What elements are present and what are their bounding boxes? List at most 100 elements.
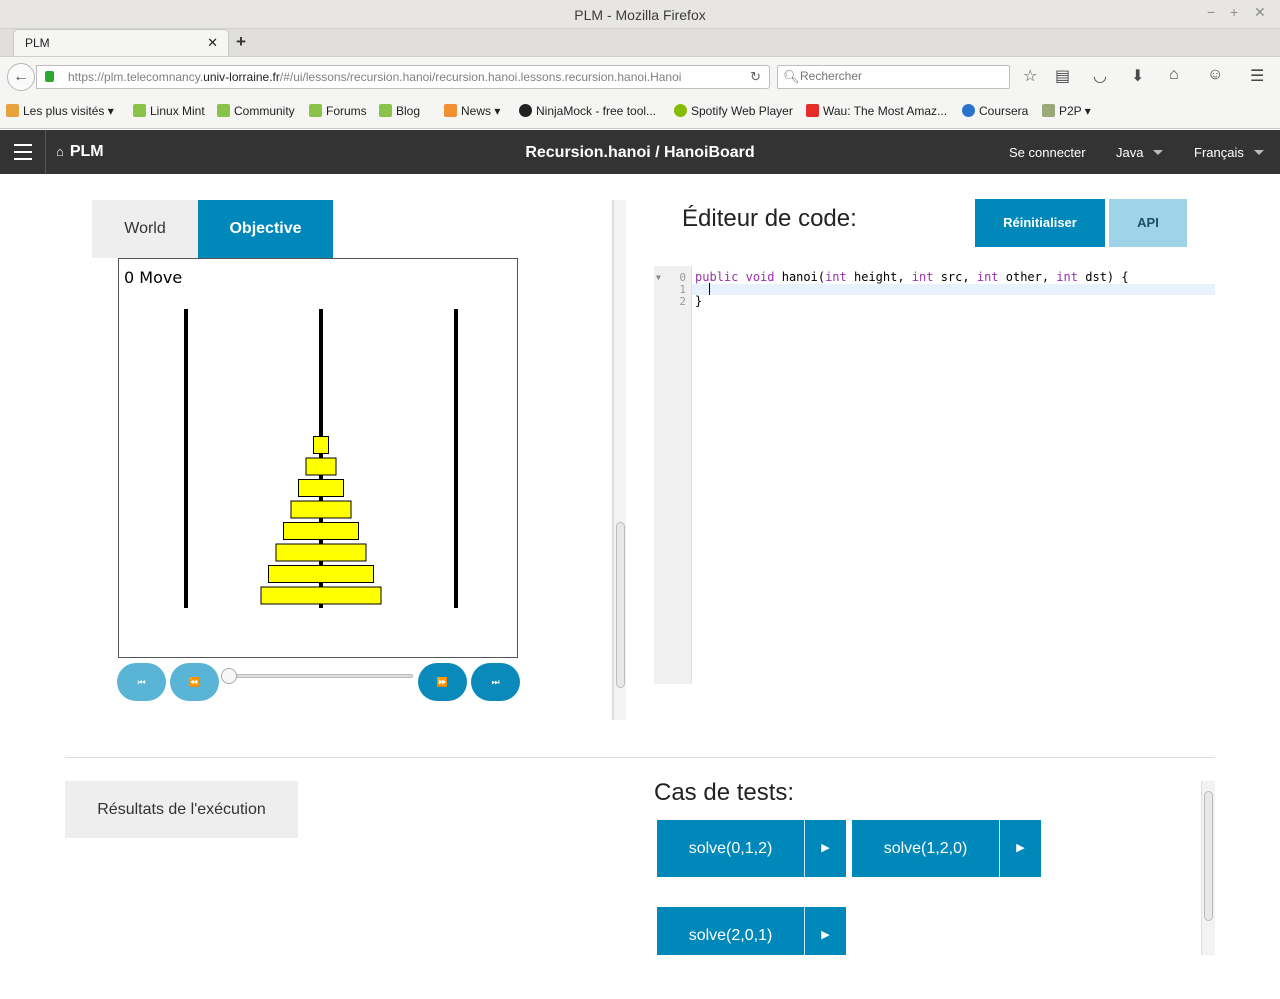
bookmark-youtube[interactable]: Wau: The Most Amaz... [806, 104, 947, 118]
hanoi-board: 0 Move [118, 258, 518, 658]
play-icon[interactable]: ▶ [999, 820, 1041, 877]
play-icon[interactable]: ▶ [804, 820, 846, 877]
home-icon[interactable]: ⌂ [1169, 66, 1179, 84]
ninja-icon [519, 104, 532, 117]
disc-2 [305, 457, 337, 476]
tests-scrollbar[interactable] [1201, 781, 1215, 955]
language-dropdown[interactable]: Java [1116, 145, 1164, 160]
new-tab-icon[interactable]: + [236, 32, 246, 52]
bookmark-spotify[interactable]: Spotify Web Player [674, 104, 793, 118]
peg-2 [454, 309, 458, 608]
folder-icon [1042, 104, 1055, 117]
reset-button[interactable]: Réinitialiser [975, 199, 1105, 247]
test-case-0[interactable]: solve(0,1,2) ▶ [657, 820, 846, 877]
test-case-2[interactable]: solve(2,0,1) ▶ [657, 907, 846, 955]
login-link[interactable]: Se connecter [1009, 145, 1086, 160]
fold-arrow-icon[interactable]: ▼ [656, 273, 661, 282]
mint-icon [309, 104, 322, 117]
bookmark-forums[interactable]: Forums [309, 104, 367, 118]
step-slider[interactable] [221, 668, 413, 684]
disc-7 [268, 565, 374, 583]
reload-icon[interactable]: ↻ [750, 69, 761, 85]
mint-icon [379, 104, 392, 117]
skip-last-button[interactable]: ⏭ [471, 663, 520, 701]
bookmark-coursera[interactable]: Coursera [962, 104, 1028, 118]
playback-controls: ⏮ ⏪ ⏩ ⏭ [117, 663, 520, 701]
peg-0 [184, 309, 188, 608]
text-cursor [709, 283, 710, 295]
execution-results-tab[interactable]: Résultats de l'exécution [65, 781, 298, 838]
rss-folder-icon [6, 104, 19, 117]
browser-tab-label: PLM [25, 36, 50, 50]
download-icon[interactable]: ⬇ [1131, 66, 1144, 86]
step-back-button[interactable]: ⏪ [170, 663, 219, 701]
bookmark-p2p[interactable]: P2P ▾ [1042, 104, 1091, 118]
hello-icon[interactable]: ☺ [1207, 66, 1223, 84]
maximize-icon[interactable]: + [1230, 4, 1238, 20]
youtube-icon [806, 104, 819, 117]
editor-gutter: ▼ 0 1 2 [654, 266, 692, 684]
test-case-label[interactable]: solve(0,1,2) [657, 820, 804, 877]
test-case-label[interactable]: solve(1,2,0) [852, 820, 999, 877]
navigation-toolbar: ← https://plm.telecomnancy.univ-lorraine… [0, 56, 1280, 96]
locale-dropdown[interactable]: Français [1194, 145, 1264, 160]
lock-icon [45, 71, 54, 82]
skip-first-button[interactable]: ⏮ [117, 663, 166, 701]
close-window-icon[interactable]: ✕ [1254, 4, 1266, 21]
app-navbar: ⌂ PLM Recursion.hanoi / HanoiBoard Se con… [0, 130, 1280, 174]
test-cases-title: Cas de tests: [654, 779, 795, 806]
chevron-down-icon [1253, 150, 1264, 155]
bookmark-linux-mint[interactable]: Linux Mint [133, 104, 205, 118]
slider-handle[interactable] [221, 668, 237, 684]
disc-4 [290, 500, 352, 519]
menu-icon[interactable]: ☰ [1250, 66, 1264, 86]
spotify-icon [674, 104, 687, 117]
pocket-icon[interactable]: ◡ [1093, 66, 1107, 86]
bookmark-news[interactable]: News ▾ [444, 104, 500, 118]
url-bar[interactable]: https://plm.telecomnancy.univ-lorraine.f… [36, 65, 770, 89]
minimize-icon[interactable]: − [1207, 4, 1215, 20]
coursera-icon [962, 104, 975, 117]
bookmarks-toolbar: Les plus visités ▾ Linux Mint Community … [0, 96, 1280, 129]
disc-1 [313, 436, 329, 454]
bookmark-blog[interactable]: Blog [379, 104, 420, 118]
disc-5 [283, 522, 359, 540]
code-editor[interactable]: ▼ 0 1 2 public void hanoi(int height, in… [654, 266, 1215, 684]
bookmark-community[interactable]: Community [217, 104, 295, 118]
editor-title: Éditeur de code: [682, 205, 857, 232]
search-input[interactable] [800, 69, 1000, 83]
url-text[interactable]: https://plm.telecomnancy.univ-lorraine.f… [68, 70, 748, 84]
test-case-label[interactable]: solve(2,0,1) [657, 907, 804, 955]
section-divider [65, 757, 1215, 758]
bookmark-star-icon[interactable]: ☆ [1023, 66, 1037, 86]
code-line-2[interactable]: } [695, 294, 702, 308]
hanoi-canvas: 0 Move [124, 268, 458, 608]
step-forward-button[interactable]: ⏩ [418, 663, 467, 701]
bookmark-most-visited[interactable]: Les plus visités ▾ [6, 104, 114, 118]
search-icon: 🔍︎ [783, 69, 800, 84]
active-line-highlight [692, 284, 1215, 295]
code-line-0[interactable]: public void hanoi(int height, int src, i… [695, 270, 1129, 284]
scrollbar-thumb[interactable] [616, 522, 625, 688]
panel-splitter[interactable] [612, 200, 626, 720]
tab-world[interactable]: World [92, 200, 198, 258]
reading-list-icon[interactable]: ▤ [1055, 66, 1070, 86]
back-arrow-icon[interactable]: ← [7, 63, 35, 91]
tab-objective[interactable]: Objective [198, 200, 333, 258]
chevron-down-icon [1153, 150, 1164, 155]
bookmark-ninjamock[interactable]: NinjaMock - free tool... [519, 104, 656, 118]
move-counter: 0 Move [124, 268, 182, 287]
mint-icon [217, 104, 230, 117]
exercise-title: Recursion.hanoi / HanoiBoard [525, 144, 755, 161]
search-bar[interactable]: 🔍︎ [777, 65, 1010, 89]
play-icon[interactable]: ▶ [804, 907, 846, 955]
api-button[interactable]: API [1109, 199, 1187, 247]
mint-icon [133, 104, 146, 117]
browser-tab-plm[interactable]: PLM ✕ [13, 29, 229, 56]
close-tab-icon[interactable]: ✕ [207, 35, 218, 51]
disc-6 [275, 543, 367, 562]
scrollbar-thumb[interactable] [1204, 791, 1213, 921]
line-number: 2 [679, 295, 686, 308]
disc-8 [260, 586, 382, 605]
test-case-1[interactable]: solve(1,2,0) ▶ [852, 820, 1041, 877]
